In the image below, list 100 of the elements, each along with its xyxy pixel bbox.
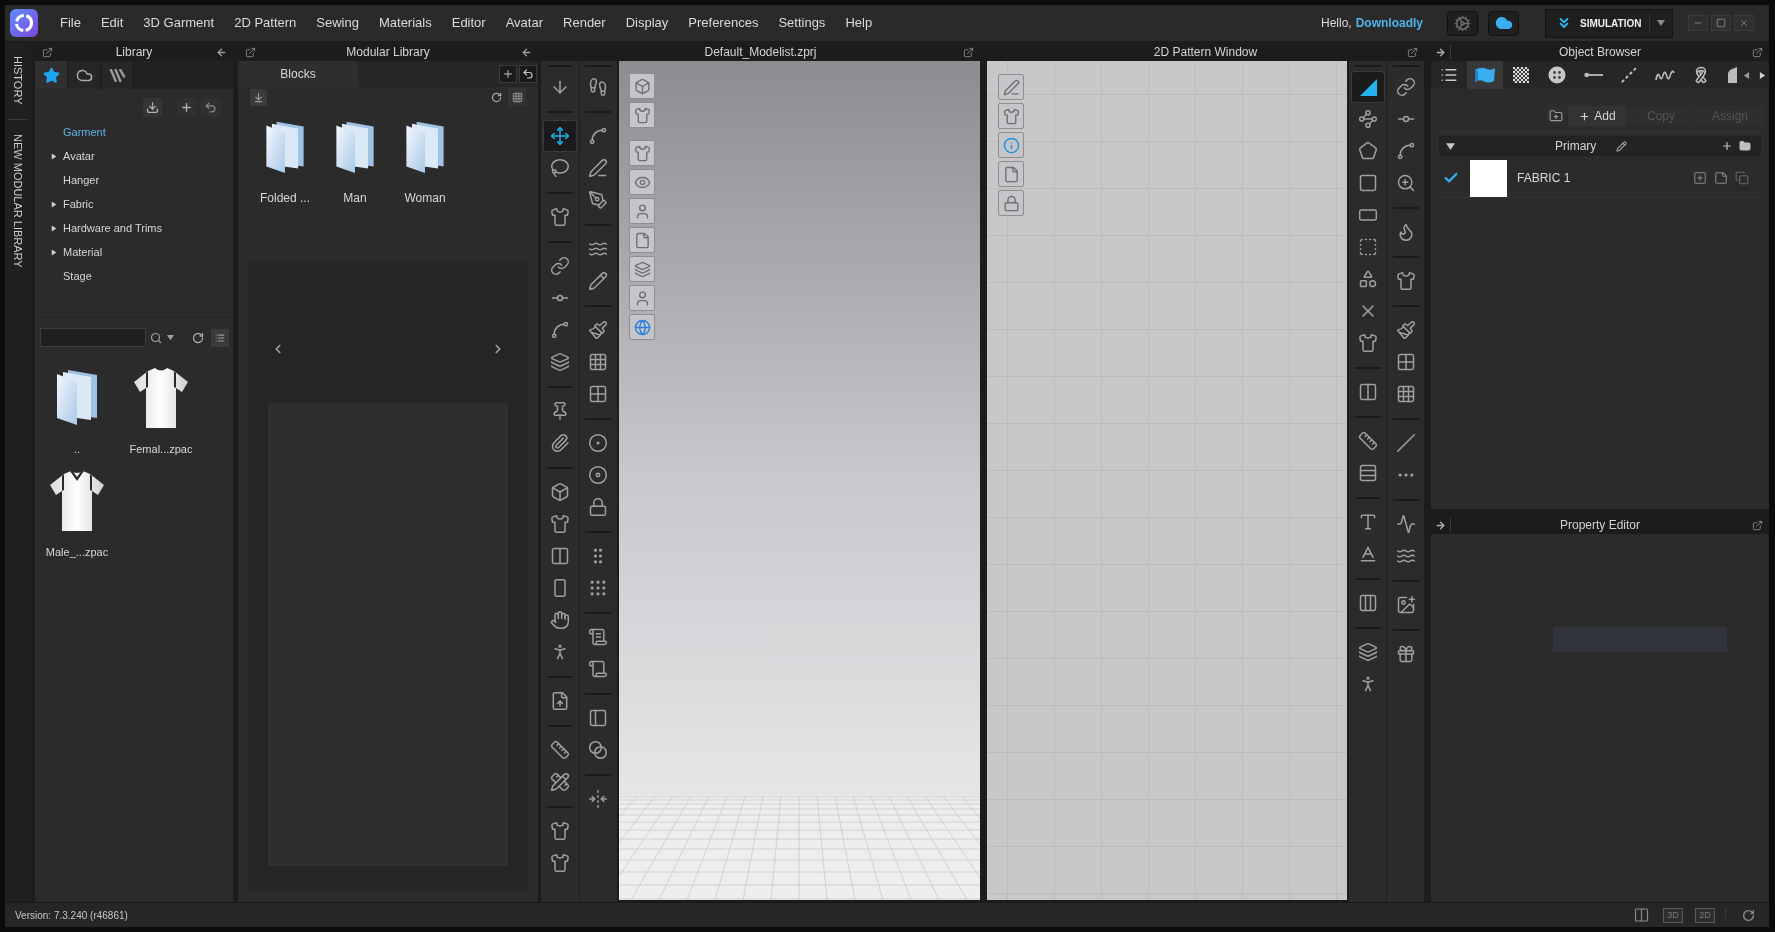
link-icon[interactable] bbox=[1395, 77, 1416, 97]
grid-icon[interactable] bbox=[588, 384, 609, 404]
cloud-icon[interactable] bbox=[1493, 14, 1514, 32]
back-button[interactable] bbox=[200, 98, 221, 117]
plus-icon[interactable] bbox=[1721, 140, 1733, 152]
scroll-icon[interactable] bbox=[588, 659, 609, 679]
gear-button[interactable] bbox=[1447, 10, 1478, 36]
expand-triangle-icon[interactable] bbox=[51, 248, 57, 256]
tool-button[interactable] bbox=[542, 120, 577, 152]
search-icon[interactable] bbox=[150, 331, 162, 344]
squiggle-icon[interactable] bbox=[1655, 68, 1675, 82]
blocks-tab[interactable]: Blocks bbox=[238, 61, 358, 87]
external-link-icon[interactable] bbox=[1751, 46, 1763, 58]
tree-item[interactable]: Garment bbox=[35, 120, 233, 144]
arrow-right-icon[interactable] bbox=[1435, 519, 1446, 531]
asset-item[interactable]: .. bbox=[35, 365, 119, 458]
arrow-left-icon[interactable] bbox=[520, 46, 532, 58]
pencil-ruler-icon[interactable] bbox=[549, 772, 570, 792]
line-icon[interactable] bbox=[1583, 71, 1603, 79]
slash-icon[interactable] bbox=[1395, 433, 1416, 453]
user-name-link[interactable]: Downloadly bbox=[1355, 14, 1423, 32]
caret-down-icon[interactable] bbox=[167, 334, 174, 341]
object-tab[interactable] bbox=[1467, 61, 1503, 89]
square-icon[interactable] bbox=[1357, 173, 1378, 193]
clipped-shape-icon[interactable] bbox=[1728, 66, 1737, 84]
external-link-icon[interactable] bbox=[962, 46, 974, 58]
lasso-icon[interactable] bbox=[549, 158, 570, 178]
menu-item[interactable]: Display bbox=[615, 11, 679, 35]
search-field[interactable] bbox=[40, 328, 146, 347]
library-tab[interactable] bbox=[35, 61, 68, 89]
menu-item[interactable]: Avatar bbox=[495, 11, 554, 35]
library-tab[interactable] bbox=[68, 61, 101, 89]
external-link-icon[interactable] bbox=[244, 46, 256, 58]
menu-item[interactable]: Edit bbox=[90, 11, 134, 35]
hand-icon[interactable] bbox=[549, 610, 570, 630]
menu-item[interactable]: 3D Garment bbox=[133, 11, 225, 35]
maximize-button[interactable] bbox=[1711, 15, 1731, 31]
sewing-button-icon[interactable] bbox=[1548, 66, 1566, 84]
waypoints-icon[interactable] bbox=[1357, 109, 1378, 129]
pencil-icon[interactable] bbox=[1616, 140, 1628, 152]
gear-icon[interactable] bbox=[1454, 14, 1471, 32]
refresh-icon[interactable] bbox=[1742, 908, 1755, 922]
asset-item[interactable]: Male_...zpac bbox=[35, 467, 119, 560]
external-link-icon[interactable] bbox=[41, 46, 53, 58]
external-link-icon[interactable] bbox=[1406, 46, 1418, 58]
swatch-icon[interactable] bbox=[1470, 159, 1507, 197]
checkerboard-icon[interactable] bbox=[1513, 67, 1529, 83]
paperclip-icon[interactable] bbox=[549, 433, 570, 453]
columns-icon[interactable] bbox=[1357, 593, 1378, 613]
rows-icon[interactable] bbox=[1357, 463, 1378, 483]
group-header[interactable]: Primary bbox=[1439, 136, 1761, 156]
link-icon[interactable] bbox=[549, 256, 570, 276]
menu-item[interactable]: Editor bbox=[441, 11, 496, 35]
dashed-square-icon[interactable] bbox=[1357, 237, 1378, 257]
refresh-icon[interactable] bbox=[192, 331, 204, 344]
external-link-icon[interactable] bbox=[1751, 519, 1763, 531]
paintbrush-icon[interactable] bbox=[1395, 320, 1416, 340]
menu-item[interactable]: Render bbox=[553, 11, 616, 35]
folder-icon[interactable] bbox=[1739, 140, 1751, 152]
menu-item[interactable]: Settings bbox=[768, 11, 836, 35]
menu-item[interactable]: Preferences bbox=[678, 11, 769, 35]
gift-icon[interactable] bbox=[1395, 644, 1416, 664]
tree-item[interactable]: Stage bbox=[35, 264, 233, 288]
panel-icon[interactable] bbox=[588, 708, 609, 728]
box-icon[interactable] bbox=[549, 482, 570, 502]
caret-down-icon[interactable] bbox=[1657, 19, 1665, 27]
menu-item[interactable]: 2D Pattern bbox=[224, 11, 307, 35]
folder-icon[interactable] bbox=[405, 120, 445, 174]
list-view-button[interactable] bbox=[211, 328, 229, 347]
disc-icon[interactable] bbox=[588, 465, 609, 485]
list-icon[interactable] bbox=[1440, 66, 1458, 84]
zigzag-icon[interactable] bbox=[1395, 514, 1416, 534]
shirt-icon[interactable] bbox=[549, 207, 570, 227]
shirt-icon[interactable] bbox=[549, 821, 570, 841]
scroll-icon[interactable] bbox=[588, 627, 609, 647]
tree-item[interactable]: Avatar bbox=[35, 144, 233, 168]
lock-icon[interactable] bbox=[588, 497, 609, 517]
close-icon[interactable] bbox=[1739, 18, 1749, 28]
footprints-icon[interactable] bbox=[588, 77, 609, 97]
shirt-icon[interactable] bbox=[549, 514, 570, 534]
columns-icon[interactable] bbox=[549, 546, 570, 566]
shirt-icon[interactable] bbox=[1357, 333, 1378, 353]
star-icon[interactable] bbox=[42, 66, 60, 84]
cloud-button[interactable] bbox=[1488, 10, 1519, 36]
caret-down-icon[interactable] bbox=[1446, 141, 1455, 151]
fabric-name[interactable]: FABRIC 1 bbox=[1517, 169, 1571, 187]
arrow-left-icon[interactable] bbox=[215, 46, 227, 58]
action-button[interactable]: Add bbox=[1568, 106, 1627, 126]
pen-tool-icon[interactable] bbox=[588, 190, 609, 210]
folder-item[interactable]: Man bbox=[320, 120, 390, 206]
curve-icon[interactable] bbox=[1395, 141, 1416, 161]
triangle-right-icon[interactable] bbox=[1759, 70, 1766, 80]
grid-icon[interactable] bbox=[1395, 352, 1416, 372]
folder-icon[interactable] bbox=[56, 368, 98, 426]
expand-triangle-icon[interactable] bbox=[51, 224, 57, 232]
grid-icon[interactable] bbox=[588, 352, 609, 372]
circle-dot-icon[interactable] bbox=[588, 433, 609, 453]
layers-icon[interactable] bbox=[1357, 642, 1378, 662]
dashed-line-icon[interactable] bbox=[1621, 67, 1637, 83]
side-tab[interactable]: NEW MODULAR LIBRARY bbox=[9, 133, 27, 268]
